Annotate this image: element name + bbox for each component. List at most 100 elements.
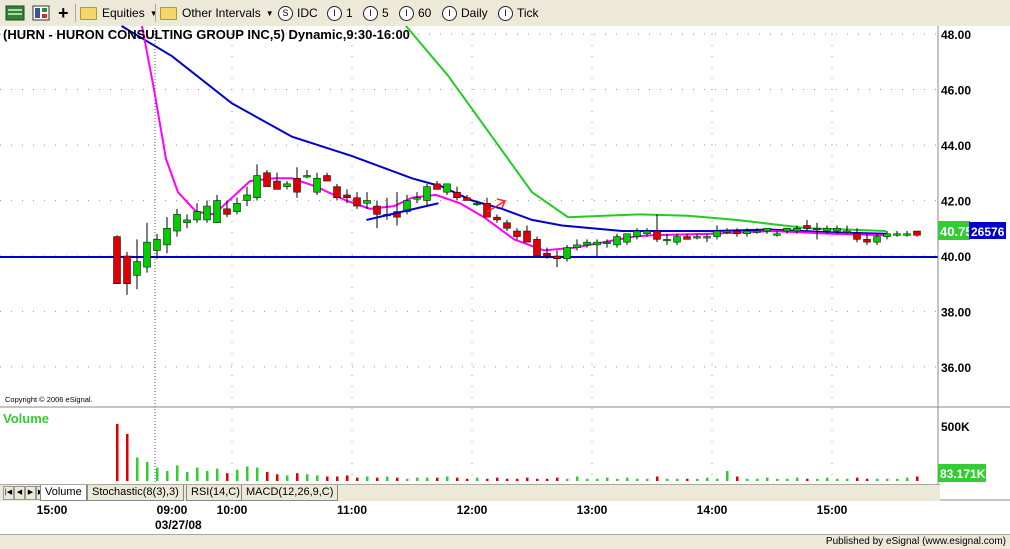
volume-bar xyxy=(136,457,139,481)
candle-up xyxy=(443,183,451,193)
next-icon[interactable]: ▶ xyxy=(25,486,36,500)
candle-up xyxy=(893,233,901,236)
candle-up xyxy=(183,219,191,223)
volume-bar xyxy=(256,467,259,481)
candle-down xyxy=(863,239,871,243)
candle-down xyxy=(223,208,231,215)
x-tick-label: 10:00 xyxy=(217,503,248,517)
volume-bar xyxy=(416,477,419,481)
volume-bar xyxy=(316,475,319,481)
candle-up xyxy=(833,228,841,232)
status-bar: Published by eSignal (www.esignal.com) xyxy=(0,534,1010,549)
candle-up xyxy=(743,230,751,235)
candle-up xyxy=(613,236,621,246)
price-chart: 48.00 46.00 44.00 42.00 40.00 38.00 36.00 15:0… xyxy=(0,25,1010,534)
candle-up xyxy=(203,205,211,221)
chart-background xyxy=(0,26,1010,534)
candle-down xyxy=(323,175,331,182)
candle-up xyxy=(713,230,721,237)
y-tick-label: 44.00 xyxy=(941,139,971,153)
volume-bar xyxy=(216,468,219,481)
tab-rsi[interactable]: RSI(14,C) xyxy=(186,485,245,501)
x-tick-label: 13:00 xyxy=(577,503,608,517)
candle-up xyxy=(283,183,291,187)
candle-down xyxy=(853,233,861,240)
volume-bar xyxy=(916,476,919,481)
volume-bar xyxy=(786,478,789,481)
volume-bar xyxy=(616,478,619,481)
volume-bar xyxy=(796,477,799,481)
prev-icon[interactable]: ◀ xyxy=(14,486,25,500)
candle-up xyxy=(413,197,421,200)
volume-bar xyxy=(436,477,439,481)
candle-up xyxy=(563,247,571,260)
candle-down xyxy=(273,180,281,190)
candle-up xyxy=(703,236,711,239)
candle-up xyxy=(623,233,631,243)
volume-bar xyxy=(686,478,689,481)
volume-bar xyxy=(126,433,129,481)
volume-bar xyxy=(296,473,299,481)
volume-bar xyxy=(536,478,539,481)
last-price-label: 40.75 xyxy=(940,224,973,239)
volume-bar xyxy=(326,476,329,481)
candle-down xyxy=(503,222,511,229)
volume-bar xyxy=(666,478,669,481)
candle-up xyxy=(663,239,671,242)
volume-bar xyxy=(846,478,849,481)
candle-up xyxy=(153,239,161,251)
indicator-tabs: |◀ ◀ ▶ ▶| Volume Stochastic(8(3),3) RSI(… xyxy=(0,484,940,501)
candle-up xyxy=(143,241,151,268)
candle-up xyxy=(233,203,241,212)
candle-down xyxy=(733,230,741,235)
volume-bar xyxy=(806,478,809,481)
candle-up xyxy=(873,236,881,243)
y-tick-label: 38.00 xyxy=(941,306,971,320)
volume-bar xyxy=(366,476,369,481)
candle-down xyxy=(553,255,561,260)
volume-bar xyxy=(726,470,729,481)
volume-bar xyxy=(826,477,829,481)
tab-volume[interactable]: Volume xyxy=(40,485,87,501)
candle-down xyxy=(333,186,341,198)
volume-bar xyxy=(866,478,869,481)
candle-down xyxy=(533,239,541,257)
candle-up xyxy=(163,228,171,246)
date-label: 03/27/08 xyxy=(155,518,202,532)
x-tick-label: 11:00 xyxy=(337,503,367,517)
tab-macd[interactable]: MACD(12,26,9,C) xyxy=(241,485,339,501)
volume-bar xyxy=(626,477,629,481)
volume-bar xyxy=(226,473,229,481)
volume-bar xyxy=(406,478,409,481)
candle-up xyxy=(213,200,221,223)
y-tick-label: 40.00 xyxy=(941,250,971,264)
candle-down xyxy=(493,216,501,221)
volume-bar xyxy=(816,478,819,481)
tab-stochastic[interactable]: Stochastic(8(3),3) xyxy=(87,485,184,501)
volume-bar xyxy=(706,477,709,481)
volume-bar xyxy=(746,478,749,481)
volume-bar xyxy=(306,474,309,481)
volume-bar xyxy=(266,472,269,481)
volume-bar xyxy=(486,478,489,481)
volume-bar xyxy=(396,477,399,481)
volume-bar xyxy=(476,477,479,481)
x-tick-label: 14:00 xyxy=(697,503,728,517)
candle-down xyxy=(463,197,471,201)
candle-down xyxy=(263,172,271,187)
volume-bar xyxy=(346,475,349,481)
first-icon[interactable]: |◀ xyxy=(3,486,14,500)
candle-down xyxy=(453,191,461,198)
x-tick-label: 15:00 xyxy=(817,503,848,517)
candle-up xyxy=(753,230,761,233)
y-tick-label: 36.00 xyxy=(941,361,971,375)
volume-bar xyxy=(336,476,339,481)
candle-up xyxy=(903,233,911,236)
candle-up xyxy=(303,175,311,178)
candle-down xyxy=(433,183,441,190)
y-tick-label: 46.00 xyxy=(941,84,971,98)
candle-up xyxy=(243,194,251,201)
candle-down xyxy=(123,255,131,284)
volume-bar xyxy=(246,466,249,481)
candle-up xyxy=(363,200,371,204)
